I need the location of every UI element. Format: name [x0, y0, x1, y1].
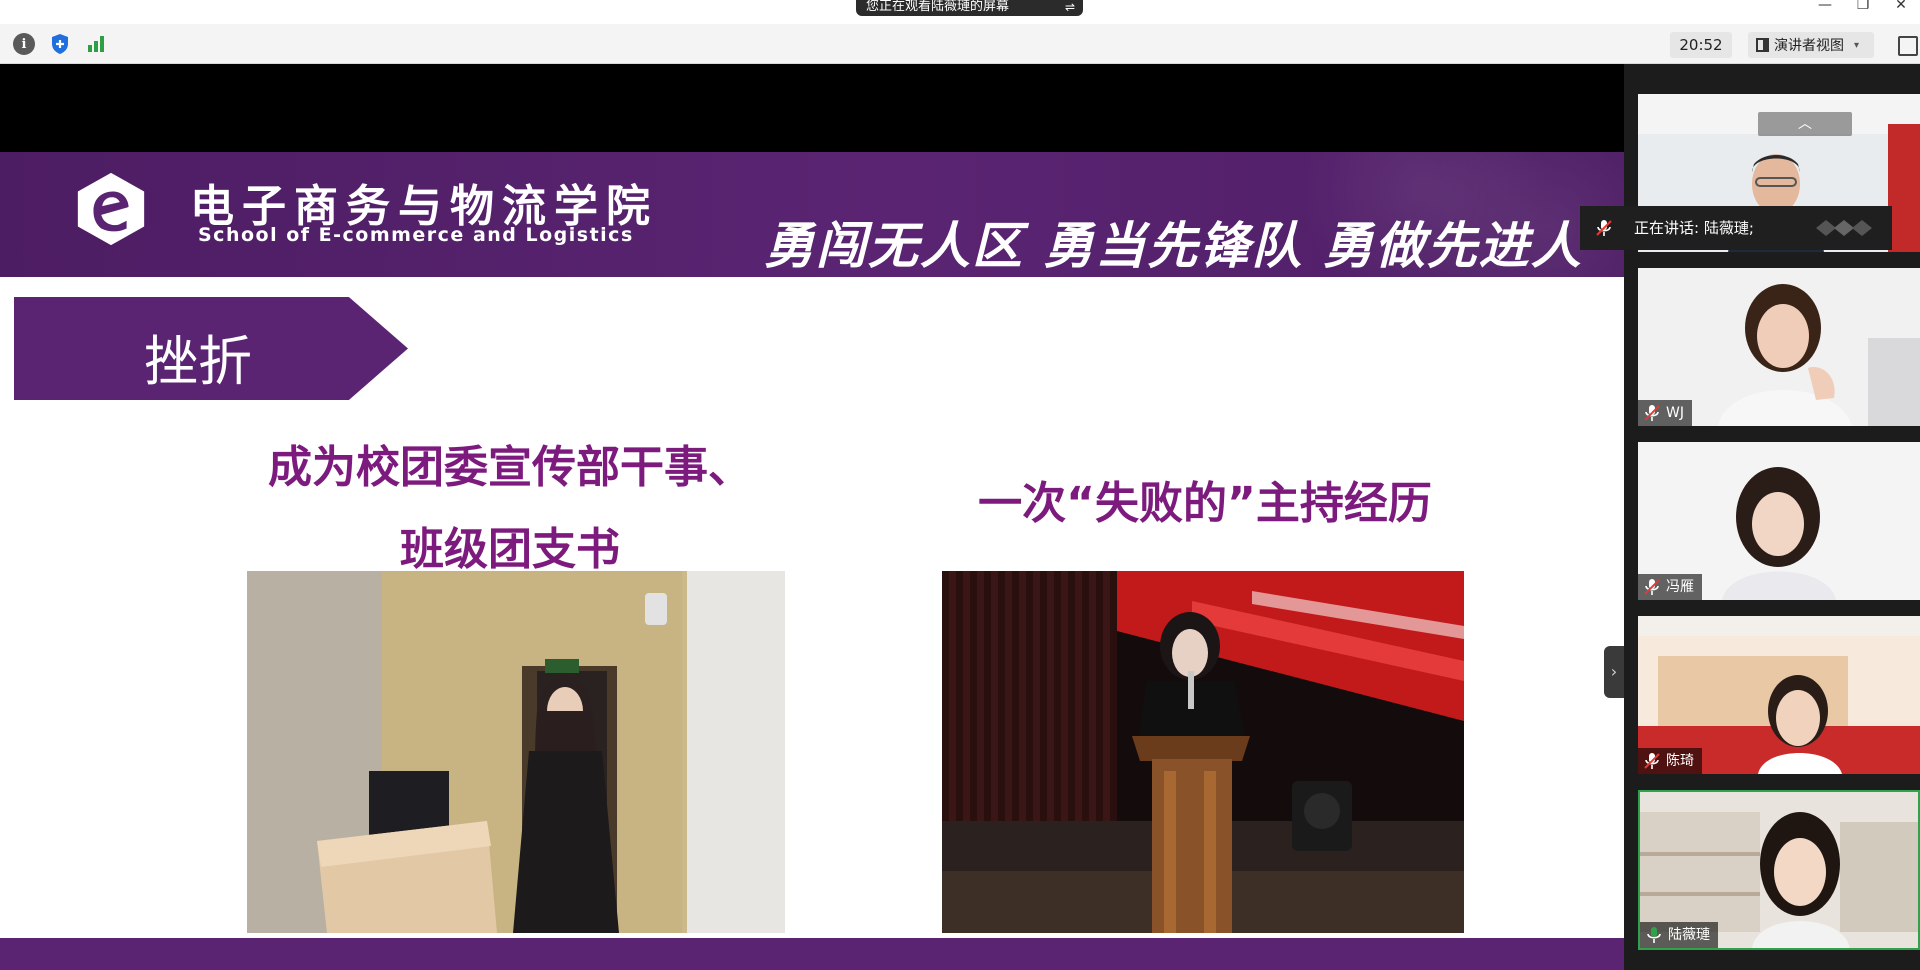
mic-muted-icon: [1644, 579, 1660, 595]
speaking-indicator: 正在讲话: 陆薇璉;: [1580, 206, 1892, 250]
slide-footer-bar: [0, 938, 1624, 970]
speaking-label: 正在讲话: 陆薇璉;: [1634, 219, 1754, 237]
heading-left-line1: 成为校团委宣传部干事、: [268, 442, 752, 493]
photo-stage-host: [942, 571, 1464, 933]
title-bar: 您正在观看陆薇璉的屏幕 ⇌ — ❐ ✕: [0, 0, 1920, 24]
participant-name-tag: 陈琦: [1638, 748, 1702, 774]
mic-muted-icon: [1644, 753, 1660, 769]
participant-tile-chenqi[interactable]: 陈琦: [1638, 616, 1920, 774]
participant-tile-fengyan[interactable]: 冯雁: [1638, 442, 1920, 600]
view-mode-label: 演讲者视图: [1774, 38, 1844, 54]
chevron-down-icon: ▾: [1854, 39, 1860, 51]
school-logo: [77, 172, 145, 246]
photo-lectern-classroom: [247, 571, 785, 933]
participant-name-tag: 陆薇璉: [1640, 922, 1718, 948]
section-tag: 挫折: [14, 297, 408, 400]
heading-left: 成为校团委宣传部干事、 班级团支书: [200, 427, 820, 591]
section-title: 挫折: [144, 330, 252, 393]
window-controls: — ❐ ✕: [1806, 0, 1920, 16]
fullscreen-icon[interactable]: [1895, 33, 1920, 57]
info-icon[interactable]: i: [13, 33, 35, 55]
slide-header: 电子商务与物流学院 School of E-commerce and Logis…: [0, 152, 1624, 277]
voice-wave-icon: [1816, 220, 1872, 236]
network-signal-icon[interactable]: [85, 33, 107, 55]
scroll-up-button[interactable]: ︿: [1758, 112, 1852, 136]
mic-muted-icon: [1644, 405, 1660, 421]
participant-name-tag: 冯雁: [1638, 574, 1702, 600]
school-name-english: School of E-commerce and Logistics: [198, 224, 634, 246]
participant-name: 冯雁: [1666, 579, 1694, 595]
mic-active-icon: [1647, 927, 1661, 943]
menu-lines-icon[interactable]: ⇌: [1065, 0, 1075, 14]
participant-name: WJ: [1666, 405, 1684, 421]
speaker-layout-icon: [1756, 38, 1769, 52]
collapse-panel-button[interactable]: ›: [1604, 646, 1624, 698]
shield-icon[interactable]: [49, 33, 71, 55]
participant-name-tag: WJ: [1638, 400, 1692, 426]
participant-video-panel: ︿ WJ 冯雁 陈琦 陆薇璉: [1624, 64, 1920, 970]
minimize-button[interactable]: —: [1806, 0, 1844, 16]
slide-slogan: 勇闯无人区 勇当先锋队 勇做先进人: [764, 216, 1583, 275]
meeting-toolbar: i 20:52 演讲者视图 ▾: [0, 24, 1920, 64]
maximize-button[interactable]: ❐: [1844, 0, 1882, 16]
heading-right: 一次“失败的”主持经历: [978, 478, 1432, 529]
participant-tile-luweilian[interactable]: 陆薇璉: [1638, 790, 1920, 950]
presentation-slide: 电子商务与物流学院 School of E-commerce and Logis…: [0, 152, 1624, 970]
participant-name: 陆薇璉: [1668, 927, 1710, 943]
close-button[interactable]: ✕: [1882, 0, 1920, 16]
participant-tile-wj[interactable]: WJ: [1638, 268, 1920, 426]
shared-screen: 电子商务与物流学院 School of E-commerce and Logis…: [0, 64, 1624, 970]
view-mode-button[interactable]: 演讲者视图 ▾: [1748, 32, 1874, 58]
mic-muted-icon: [1596, 220, 1612, 236]
share-banner-text: 您正在观看陆薇璉的屏幕: [866, 0, 1010, 14]
screen-share-banner[interactable]: 您正在观看陆薇璉的屏幕 ⇌: [856, 0, 1083, 16]
participant-name: 陈琦: [1666, 753, 1694, 769]
meeting-timer: 20:52: [1670, 32, 1732, 58]
